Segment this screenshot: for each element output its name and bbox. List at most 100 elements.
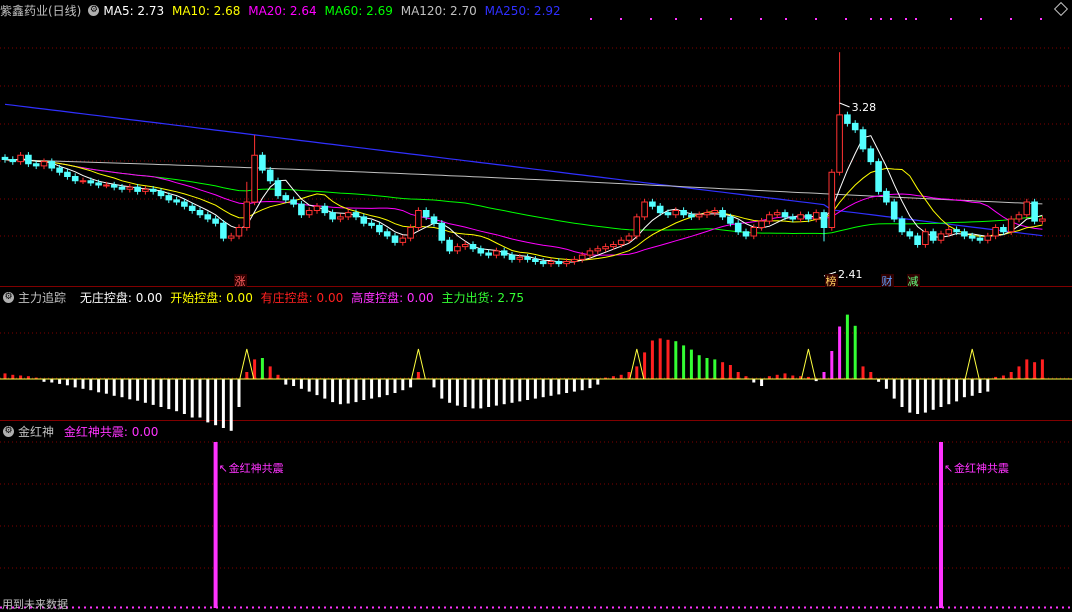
candle-body <box>446 239 453 252</box>
candle-body <box>633 216 641 237</box>
candle-body <box>391 235 399 243</box>
candle-body <box>48 161 56 169</box>
candle-body <box>578 254 586 260</box>
candle-body <box>625 235 633 241</box>
candle-body <box>953 229 960 233</box>
candle-body <box>196 210 204 216</box>
candle-body <box>859 129 867 150</box>
candle-body <box>477 248 485 254</box>
candle-body <box>867 148 875 163</box>
top-marker-dot <box>760 18 762 20</box>
candle-body <box>329 212 336 220</box>
candle-body <box>976 237 984 241</box>
resonance-signal-bar <box>939 442 943 608</box>
stock-title: 紫鑫药业(日线) <box>0 4 82 18</box>
main-header: 紫鑫药业(日线) ⚙ MA5: 2.73 MA10: 2.68 MA20: 2.64… <box>0 2 565 20</box>
candle-body <box>212 218 219 224</box>
top-marker-dot <box>675 18 677 20</box>
candle-body <box>290 199 297 205</box>
candle-body <box>664 212 672 216</box>
candle-body <box>173 199 180 203</box>
candle-body <box>563 261 570 265</box>
candle-body <box>805 214 812 220</box>
candle-body <box>539 261 547 265</box>
candle-body <box>142 188 149 192</box>
candle-body <box>610 244 617 248</box>
candle-body <box>17 154 24 163</box>
top-marker-dot <box>980 18 982 20</box>
top-marker-dot <box>1040 18 1042 20</box>
candle-body <box>516 256 524 260</box>
candle-body <box>454 246 461 252</box>
candle-body <box>134 186 141 192</box>
top-marker-dot <box>905 18 907 20</box>
candle-body <box>711 210 719 214</box>
candle-body <box>235 227 243 237</box>
candle-body <box>25 154 32 165</box>
candle-body <box>1000 227 1007 233</box>
candle-body <box>1023 201 1031 216</box>
gear-icon[interactable]: ⚙ <box>3 426 14 437</box>
panel2-title: 主力追踪 <box>18 291 67 305</box>
gaodu-value: 高度控盘: 0.00 <box>351 291 434 305</box>
candle-body <box>649 201 656 207</box>
candle-body <box>547 261 555 265</box>
top-marker-dot <box>880 18 882 20</box>
candle-body <box>360 216 368 224</box>
candle-body <box>313 205 321 211</box>
candle-body <box>1015 214 1023 220</box>
candle-body <box>110 184 118 188</box>
candle-body <box>914 235 921 245</box>
candle-body <box>204 214 212 220</box>
kaishi-value: 开始控盘: 0.00 <box>170 291 253 305</box>
candle-body <box>500 250 508 256</box>
candle-body <box>961 231 968 237</box>
gear-icon[interactable]: ⚙ <box>3 292 14 303</box>
candle-body <box>56 167 63 173</box>
event-marker-label: 涨 <box>235 275 246 288</box>
candle-body <box>688 214 695 218</box>
panel3-value: 金红神共震: 0.00 <box>63 425 159 439</box>
ma60-value: MA60: 2.69 <box>324 4 393 18</box>
candle-body <box>266 169 274 182</box>
candle-body <box>1007 218 1015 233</box>
candle-body <box>937 233 945 241</box>
top-marker-dot <box>845 18 847 20</box>
candle-body <box>165 195 173 201</box>
candle-body <box>383 231 391 237</box>
candle-body <box>984 235 992 241</box>
top-marker-dot <box>870 18 872 20</box>
candle-body <box>781 212 789 218</box>
candle-body <box>750 227 758 237</box>
panel2-header: ⚙ 主力追踪 无庄控盘: 0.00 开始控盘: 0.00 有庄控盘: 0.00 高… <box>0 289 528 307</box>
top-marker-dot <box>590 18 592 20</box>
candle-body <box>282 195 290 201</box>
candle-body <box>298 203 305 216</box>
candle-body <box>352 212 360 218</box>
candle-body <box>922 231 929 245</box>
candle-body <box>64 171 71 177</box>
candle-body <box>968 235 976 239</box>
candle-body <box>376 224 383 233</box>
top-marker-dot <box>915 18 917 20</box>
candle-body <box>181 201 188 207</box>
candle-body <box>617 239 625 245</box>
gear-icon[interactable]: ⚙ <box>88 5 100 16</box>
top-marker-dot <box>890 18 892 20</box>
candle-body <box>32 163 40 167</box>
candle-body <box>789 216 797 220</box>
candle-body <box>703 212 711 216</box>
ma10-value: MA10: 2.68 <box>171 4 241 18</box>
candle-body <box>461 244 469 248</box>
candle-body <box>251 154 258 203</box>
chuhuo-value: 主力出货: 2.75 <box>441 291 525 305</box>
candle-body <box>1 156 9 160</box>
ma20-line <box>4 158 1043 256</box>
ma250-value: MA250: 2.92 <box>484 4 561 18</box>
candle-body <box>734 222 742 233</box>
resonance-signal-label: 金红神共震 <box>954 461 1009 475</box>
candle-body <box>407 227 414 239</box>
candle-body <box>95 182 102 186</box>
candle-body <box>399 237 407 243</box>
candle-body <box>532 258 539 262</box>
